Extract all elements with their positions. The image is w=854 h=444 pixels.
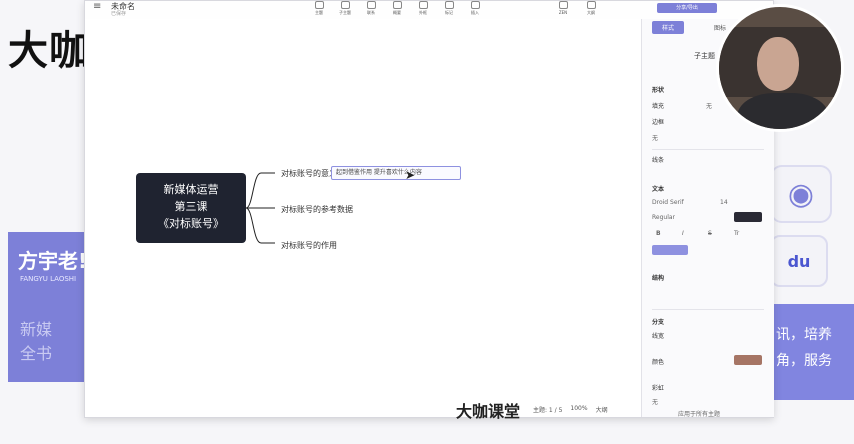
branch-topic-purpose[interactable]: 对标账号的作用 bbox=[281, 240, 337, 251]
strike-button[interactable]: S bbox=[708, 230, 712, 237]
toolbar-boundary-button[interactable]: 外框 bbox=[415, 1, 431, 16]
toolbar-label: 外框 bbox=[419, 10, 427, 15]
font-size-select[interactable]: 14 bbox=[720, 199, 728, 206]
central-topic[interactable]: 新媒体运营 第三课 《对标账号》 bbox=[136, 173, 246, 243]
toolbar-marker-button[interactable]: 标记 bbox=[441, 1, 457, 16]
title-bar: ≡ 未命名 已保存 主题 子主题 联系 概要 外框 标记 插入 ZEN 大纲 分… bbox=[85, 1, 773, 19]
toolbar: 主题 子主题 联系 概要 外框 标记 插入 bbox=[311, 1, 483, 16]
teacher-name: 方宇老! bbox=[18, 249, 88, 273]
zoom-level[interactable]: 100% bbox=[570, 405, 587, 414]
presenter-webcam bbox=[716, 4, 844, 132]
toolbar-label: 子主题 bbox=[339, 10, 351, 15]
divider bbox=[652, 149, 764, 150]
branch-width-label: 线宽 bbox=[652, 333, 665, 340]
text-color-swatch[interactable] bbox=[734, 212, 762, 222]
baidu-label: du bbox=[787, 251, 811, 271]
toolbar-label: 联系 bbox=[367, 10, 375, 15]
relation-icon bbox=[366, 1, 376, 9]
outline-icon bbox=[586, 1, 596, 9]
mouse-cursor-icon: ➤ bbox=[405, 168, 416, 182]
status-bar: 主题: 1 / 5 100% 大纲 bbox=[533, 405, 608, 414]
side-text: 新媒全书 bbox=[20, 320, 53, 363]
view-tools: ZEN 大纲 bbox=[555, 1, 599, 16]
divider bbox=[652, 309, 764, 310]
mindmap-app-window: ≡ 未命名 已保存 主题 子主题 联系 概要 外框 标记 插入 ZEN 大纲 分… bbox=[84, 0, 774, 418]
toolbar-subtopic-button[interactable]: 子主题 bbox=[337, 1, 353, 16]
fill-label: 填充 bbox=[652, 103, 665, 110]
summary-icon bbox=[392, 1, 402, 9]
document-save-status: 已保存 bbox=[111, 11, 127, 17]
border-select[interactable]: 无 bbox=[652, 133, 658, 142]
apply-all-button[interactable]: 应用于所有主题 bbox=[678, 409, 720, 418]
toolbar-summary-button[interactable]: 概要 bbox=[389, 1, 405, 16]
topic-count: 主题: 1 / 5 bbox=[533, 407, 563, 414]
screen: 大咖 方宇老! FANGYU LAOSHI 新媒全书 ◉ du 讯，培养角，服务… bbox=[0, 0, 854, 444]
central-topic-line: 第三课 bbox=[174, 200, 208, 213]
text-case-button[interactable]: Tr bbox=[734, 230, 739, 237]
branch-section-title: 分支 bbox=[652, 319, 665, 326]
text-section-title: 文本 bbox=[652, 186, 665, 193]
subtopic-editing-box[interactable]: 起到借鉴作用 提升喜欢什么内容 bbox=[331, 166, 461, 180]
zen-button[interactable]: ZEN bbox=[555, 1, 571, 16]
selected-topic-type: 子主题 bbox=[694, 52, 715, 60]
outline-label: 大纲 bbox=[587, 10, 595, 15]
presenter-body bbox=[737, 93, 829, 129]
export-button[interactable]: 分享/导出 bbox=[657, 3, 717, 13]
weibo-icon: ◉ bbox=[770, 165, 832, 223]
zen-icon bbox=[558, 1, 568, 9]
toolbar-topic-button[interactable]: 主题 bbox=[311, 1, 327, 16]
shape-section-title: 形状 bbox=[652, 87, 665, 94]
outline-button[interactable]: 大纲 bbox=[583, 1, 599, 16]
toolbar-label: 概要 bbox=[393, 10, 401, 15]
tab-style[interactable]: 样式 bbox=[652, 21, 685, 34]
boundary-icon bbox=[418, 1, 428, 9]
marker-icon bbox=[444, 1, 454, 9]
presenter-face bbox=[757, 37, 799, 91]
align-left-button[interactable] bbox=[652, 245, 688, 255]
toolbar-label: 主题 bbox=[315, 10, 323, 15]
theme-icon bbox=[314, 1, 324, 9]
rainbow-label: 彩虹 bbox=[652, 385, 665, 392]
bottom-watermark-logo: 大咖课堂 bbox=[456, 402, 521, 421]
font-weight-select[interactable]: Regular bbox=[652, 214, 675, 221]
baidu-icon: du bbox=[770, 235, 828, 287]
toolbar-label: 插入 bbox=[471, 10, 479, 15]
central-topic-line: 《对标账号》 bbox=[158, 217, 224, 230]
teacher-subtitle: FANGYU LAOSHI bbox=[20, 275, 77, 283]
border-label: 边框 bbox=[652, 119, 665, 126]
branch-color-swatch[interactable] bbox=[734, 355, 762, 365]
toolbar-relation-button[interactable]: 联系 bbox=[363, 1, 379, 16]
bold-button[interactable]: B bbox=[656, 230, 661, 237]
menu-icon[interactable]: ≡ bbox=[93, 1, 101, 12]
rainbow-select[interactable]: 无 bbox=[652, 397, 658, 406]
branch-color-label: 颜色 bbox=[652, 359, 665, 366]
font-family-select[interactable]: Droid Serif bbox=[652, 199, 684, 206]
subtopic-icon bbox=[340, 1, 350, 9]
fill-select[interactable]: 无 bbox=[706, 101, 712, 110]
central-topic-line: 新媒体运营 bbox=[163, 183, 219, 196]
insert-icon bbox=[470, 1, 480, 9]
branch-topic-meaning[interactable]: 对标账号的意义 bbox=[281, 168, 337, 179]
toolbar-label: 标记 bbox=[445, 10, 453, 15]
italic-button[interactable]: I bbox=[682, 230, 684, 237]
line-label: 线条 bbox=[652, 157, 665, 164]
structure-section-title: 结构 bbox=[652, 275, 665, 282]
zen-label: ZEN bbox=[558, 10, 568, 15]
branch-topic-reference-data[interactable]: 对标账号的参考数据 bbox=[281, 204, 353, 215]
background-logo-text: 大咖 bbox=[8, 28, 90, 74]
outline-view-toggle[interactable]: 大纲 bbox=[596, 405, 608, 414]
right-banner-text: 讯，培养角，服务 bbox=[776, 327, 832, 369]
toolbar-insert-button[interactable]: 插入 bbox=[467, 1, 483, 16]
mindmap-canvas[interactable]: 新媒体运营 第三课 《对标账号》 对标账号的意义 对标账号的参考数据 对标账号的… bbox=[85, 19, 641, 417]
